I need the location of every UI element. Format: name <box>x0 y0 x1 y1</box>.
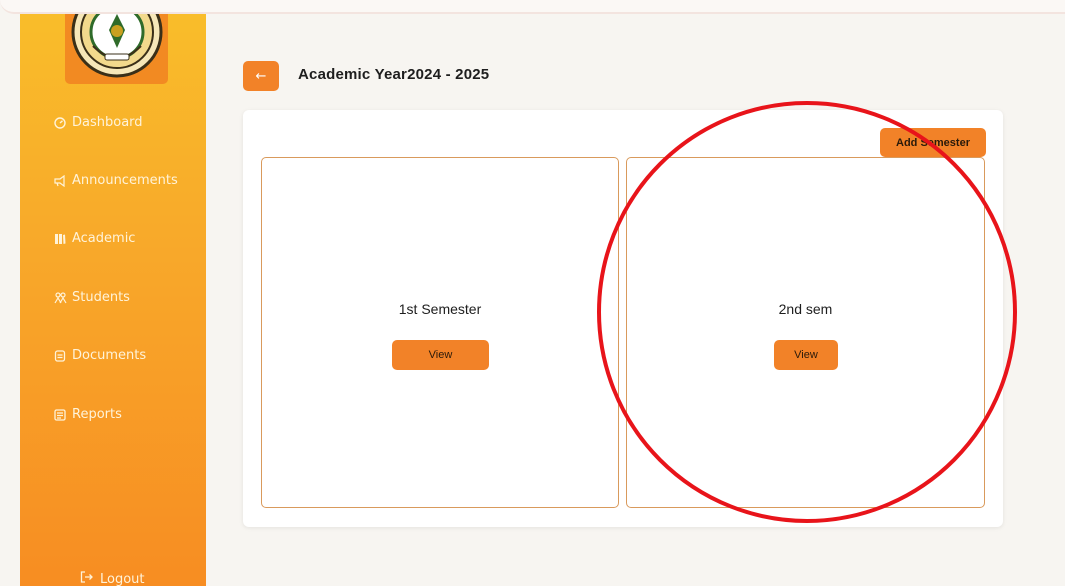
sidebar-item-academic[interactable]: Academic <box>54 231 135 246</box>
sidebar-item-announcements[interactable]: Announcements <box>54 173 178 188</box>
semester-title: 2nd sem <box>778 301 833 317</box>
view-button[interactable]: View <box>774 340 838 370</box>
students-icon <box>54 291 67 304</box>
gauge-icon <box>54 116 66 129</box>
sidebar-item-label: Announcements <box>72 173 178 188</box>
back-arrow-icon: ← <box>255 68 267 84</box>
semester-card-2: 2nd sem View <box>626 157 985 508</box>
books-icon <box>54 233 66 245</box>
school-logo <box>65 14 168 84</box>
view-button[interactable]: View <box>392 340 489 370</box>
sidebar-item-label: Academic <box>72 231 136 246</box>
add-semester-button[interactable]: Add Semester <box>880 128 986 157</box>
logout-label: Logout <box>100 571 145 586</box>
sidebar-item-label: Reports <box>72 407 122 422</box>
sidebar-item-label: Students <box>72 290 130 305</box>
sidebar-item-dashboard[interactable]: Dashboard <box>54 115 143 130</box>
top-strip <box>0 0 1065 14</box>
sidebar-item-label: Dashboard <box>72 115 143 130</box>
sidebar-item-label: Documents <box>72 348 147 363</box>
sidebar-item-reports[interactable]: Reports <box>54 407 122 422</box>
semester-title: 1st Semester <box>398 301 482 317</box>
page-title: Academic Year2024 - 2025 <box>298 66 490 83</box>
sidebar-item-students[interactable]: Students <box>54 290 130 305</box>
sidebar-item-documents[interactable]: Documents <box>54 348 146 363</box>
logout-icon <box>80 571 94 586</box>
sidebar: Dashboard Announcements Academic Student… <box>20 14 206 586</box>
report-icon <box>54 408 66 421</box>
document-icon <box>54 349 66 362</box>
logout-button[interactable]: Logout <box>80 571 145 586</box>
semester-card-1: 1st Semester View <box>261 157 619 508</box>
megaphone-icon <box>54 174 66 187</box>
back-button[interactable]: ← <box>243 61 279 91</box>
school-seal-icon <box>71 14 163 78</box>
